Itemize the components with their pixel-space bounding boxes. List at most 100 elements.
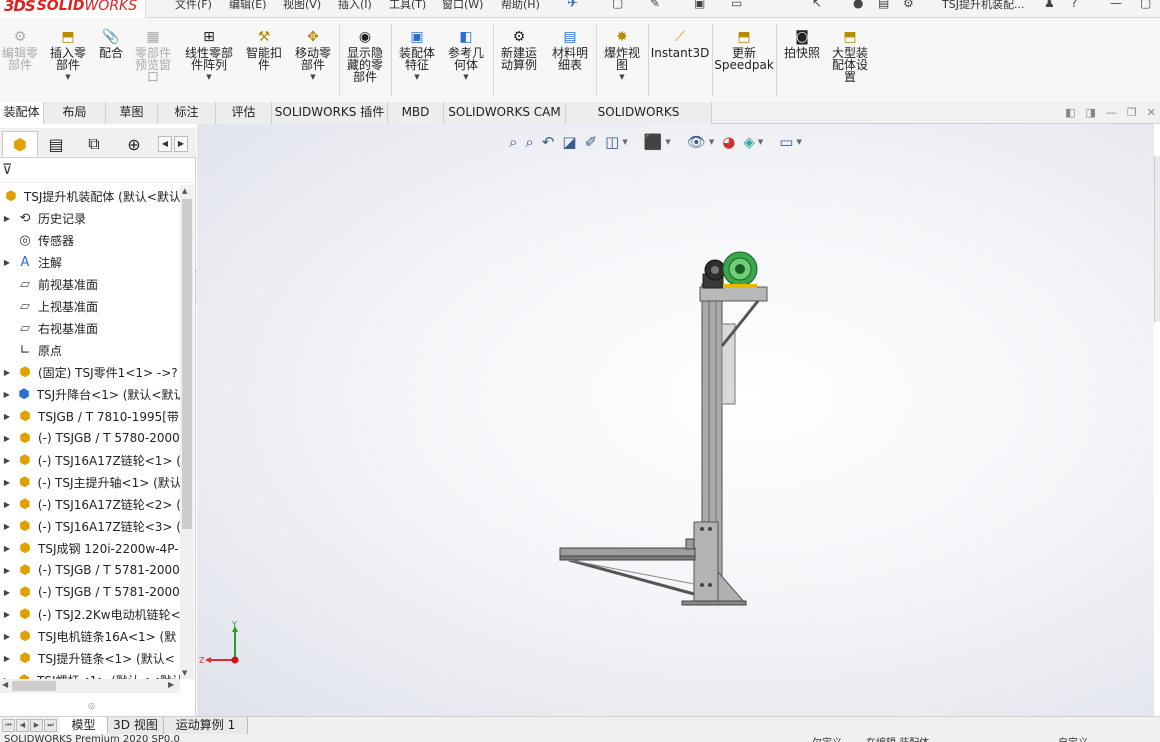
next-tab-icon[interactable]: ▶ [30, 719, 43, 732]
tab-motion-study-1[interactable]: 运动算例 1 [164, 717, 248, 735]
feature-manager-tab-icon[interactable]: ⬢ [2, 131, 38, 157]
new-motion-study-button[interactable]: ⚙ 新建运 动算例 [497, 28, 541, 71]
file-properties-icon[interactable]: ▤ [878, 0, 889, 10]
task-pane-tabs[interactable] [1154, 156, 1160, 322]
menu-help[interactable]: 帮助(H) [501, 0, 540, 12]
prev-view-icon[interactable]: ◧ [1065, 106, 1075, 119]
expand-arrow-icon[interactable]: ▶ [0, 522, 14, 531]
instant3d-button[interactable]: ⟋ Instant3D [651, 28, 710, 59]
tree-node[interactable]: ▱ 右视基准面 [0, 317, 180, 339]
tree-root[interactable]: ⬢ TSJ提升机装配体 (默认<默认 [0, 185, 180, 207]
last-tab-icon[interactable]: ⏭ [44, 719, 57, 732]
chevron-down-icon[interactable]: ▼ [206, 73, 211, 81]
property-manager-tab-icon[interactable]: ▤ [38, 131, 74, 157]
tree-node[interactable]: ▶ ⟲ 历史记录 [0, 207, 180, 229]
panel-split-handle-icon[interactable]: ◎ [88, 701, 95, 710]
filter-icon[interactable]: ⊽ [2, 162, 12, 178]
tree-node[interactable]: ▶ ⬢ (-) TSJGB / T 5781-2000 [0, 559, 180, 581]
expand-arrow-icon[interactable]: ▶ [0, 478, 14, 487]
tree-node[interactable]: ◎ 传感器 [0, 229, 180, 251]
mate-button[interactable]: 📎 配合 [95, 28, 127, 59]
scroll-left-icon[interactable]: ◀ [2, 680, 8, 689]
tabs-scroll-left-icon[interactable]: ◀ [158, 136, 172, 152]
expand-arrow-icon[interactable]: ▶ [0, 654, 14, 663]
chevron-down-icon[interactable]: ▼ [463, 73, 468, 81]
graphics-viewport[interactable]: ⌕ ⌕ ↶ ◪ ✐ ◫ ▼ ⬛ ▼ 👁 ▼ ◕ ◈ ▼ ▭ ▼ [197, 124, 1154, 716]
dimxpert-tab-icon[interactable]: ⊕ [116, 131, 152, 157]
insert-component-button[interactable]: ⬒ 插入零 部件 ▼ [46, 28, 90, 81]
tree-node[interactable]: ▶ ⬢ (-) TSJ2.2Kw电动机链轮< [0, 603, 180, 625]
minimize-icon[interactable]: — [1110, 0, 1122, 10]
tree-node[interactable]: ▶ A 注解 [0, 251, 180, 273]
move-component-button[interactable]: ✥ 移动零 部件 ▼ [291, 28, 335, 81]
tree-node[interactable]: ▶ ⬢ (-) TSJGB / T 5781-2000 [0, 581, 180, 603]
tree-node[interactable]: ▶ ⬢ (-) TSJGB / T 5780-2000 [0, 427, 180, 449]
open-icon[interactable]: ✎ [650, 0, 660, 10]
expand-arrow-icon[interactable]: ▶ [0, 566, 14, 575]
scroll-thumb[interactable] [12, 681, 56, 691]
chevron-down-icon[interactable]: ▼ [619, 73, 624, 81]
tab-3d-views[interactable]: 3D 视图 [108, 717, 164, 735]
select-icon[interactable]: ↖ [812, 0, 822, 10]
prev-tab-icon[interactable]: ◀ [16, 719, 29, 732]
tree-node[interactable]: ▶ ⬢ TSJ电机链条16A<1> (默 [0, 625, 180, 647]
tab-model[interactable]: 模型 [60, 717, 108, 735]
tree-node[interactable]: ∟ 原点 [0, 339, 180, 361]
update-speedpak-button[interactable]: ⬒ 更新 Speedpak [714, 28, 774, 71]
traffic-light-icon[interactable]: ● [853, 0, 863, 10]
tree-node[interactable]: ▶ ⬢ (固定) TSJ零件1<1> ->? [0, 361, 180, 383]
scroll-down-icon[interactable]: ▼ [182, 669, 187, 677]
tree-horizontal-scrollbar[interactable]: ◀ ▶ [0, 679, 180, 693]
scroll-right-icon[interactable]: ▶ [168, 680, 174, 689]
tree-node[interactable]: ▶ ⬢ (-) TSJ主提升轴<1> (默认 [0, 471, 180, 493]
assembly-features-button[interactable]: ▣ 装配体 特征 ▼ [395, 28, 439, 81]
expand-arrow-icon[interactable]: ▶ [0, 214, 14, 223]
tab-evaluate[interactable]: 评估 [216, 102, 272, 124]
elevator-model[interactable] [559, 251, 768, 606]
doc-minimize-icon[interactable]: — [1106, 106, 1117, 119]
chevron-down-icon[interactable]: ▼ [414, 73, 419, 81]
tab-sketch[interactable]: 草图 [106, 102, 158, 124]
save-icon[interactable]: ▣ [694, 0, 705, 10]
tab-solidworks-cam[interactable]: SOLIDWORKS CAM [444, 102, 566, 124]
scroll-up-icon[interactable]: ▲ [182, 187, 187, 195]
exploded-view-button[interactable]: ✸ 爆炸视 图 ▼ [600, 28, 644, 81]
large-assembly-settings-button[interactable]: ⬒ 大型装 配体设 置 [828, 28, 872, 83]
menu-view[interactable]: 视图(V) [283, 0, 321, 12]
expand-arrow-icon[interactable]: ▶ [0, 500, 14, 509]
tree-node[interactable]: ▶ ⬢ TSJGB / T 7810-1995[带 [0, 405, 180, 427]
scroll-thumb[interactable] [182, 199, 192, 529]
first-tab-icon[interactable]: ⏮ [2, 719, 15, 732]
expand-arrow-icon[interactable]: ▶ [0, 456, 14, 465]
tree-node[interactable]: ▶ ⬢ TSJ成钢 120i-2200w-4P- [0, 537, 180, 559]
reference-geometry-button[interactable]: ◧ 参考几 何体 ▼ [444, 28, 488, 81]
take-snapshot-button[interactable]: ◙ 拍快照 [780, 28, 824, 59]
restore-icon[interactable]: ▢ [1140, 0, 1151, 10]
menu-file[interactable]: 文件(F) [175, 0, 212, 12]
doc-restore-icon[interactable]: ❐ [1127, 106, 1137, 119]
menu-insert[interactable]: 插入(I) [338, 0, 372, 12]
expand-arrow-icon[interactable]: ▶ [0, 390, 13, 399]
options-gear-icon[interactable]: ⚙ [903, 0, 914, 10]
tree-node[interactable]: ▶ ⬢ (-) TSJ16A17Z链轮<1> ( [0, 449, 180, 471]
edit-component-button[interactable]: ⚙ 编辑零 部件 [0, 28, 40, 71]
menu-edit[interactable]: 编辑(E) [229, 0, 267, 12]
tree-node[interactable]: ▶⬢TSJ螺杆<1> (默认<<默认 [0, 669, 180, 680]
tab-solidworks-inspection[interactable]: SOLIDWORKS Inspection [566, 102, 712, 140]
tab-assembly[interactable]: 装配体 [0, 102, 44, 124]
tree-node[interactable]: ▶ ⬢ TSJ提升链条<1> (默认< [0, 647, 180, 669]
expand-arrow-icon[interactable]: ▶ [0, 412, 14, 421]
tab-markup[interactable]: 标注 [158, 102, 216, 124]
smart-fasteners-button[interactable]: ⚒ 智能扣 件 [242, 28, 286, 71]
expand-arrow-icon[interactable]: ▶ [0, 588, 14, 597]
tree-node[interactable]: ▶ ⬢ TSJ升降台<1> (默认<默认 [0, 383, 180, 405]
user-icon[interactable]: ♟ [1044, 0, 1055, 10]
expand-arrow-icon[interactable]: ▶ [0, 632, 14, 641]
solidworks-logo[interactable]: 3DS SOLIDWORKS [0, 0, 146, 18]
next-view-icon[interactable]: ◨ [1086, 106, 1096, 119]
chevron-down-icon[interactable]: ▼ [65, 73, 70, 81]
tab-mbd[interactable]: MBD [388, 102, 444, 124]
tab-solidworks-addins[interactable]: SOLIDWORKS 插件 [272, 102, 388, 124]
expand-arrow-icon[interactable]: ▶ [0, 434, 14, 443]
status-units[interactable]: 自定义 [1058, 734, 1088, 742]
